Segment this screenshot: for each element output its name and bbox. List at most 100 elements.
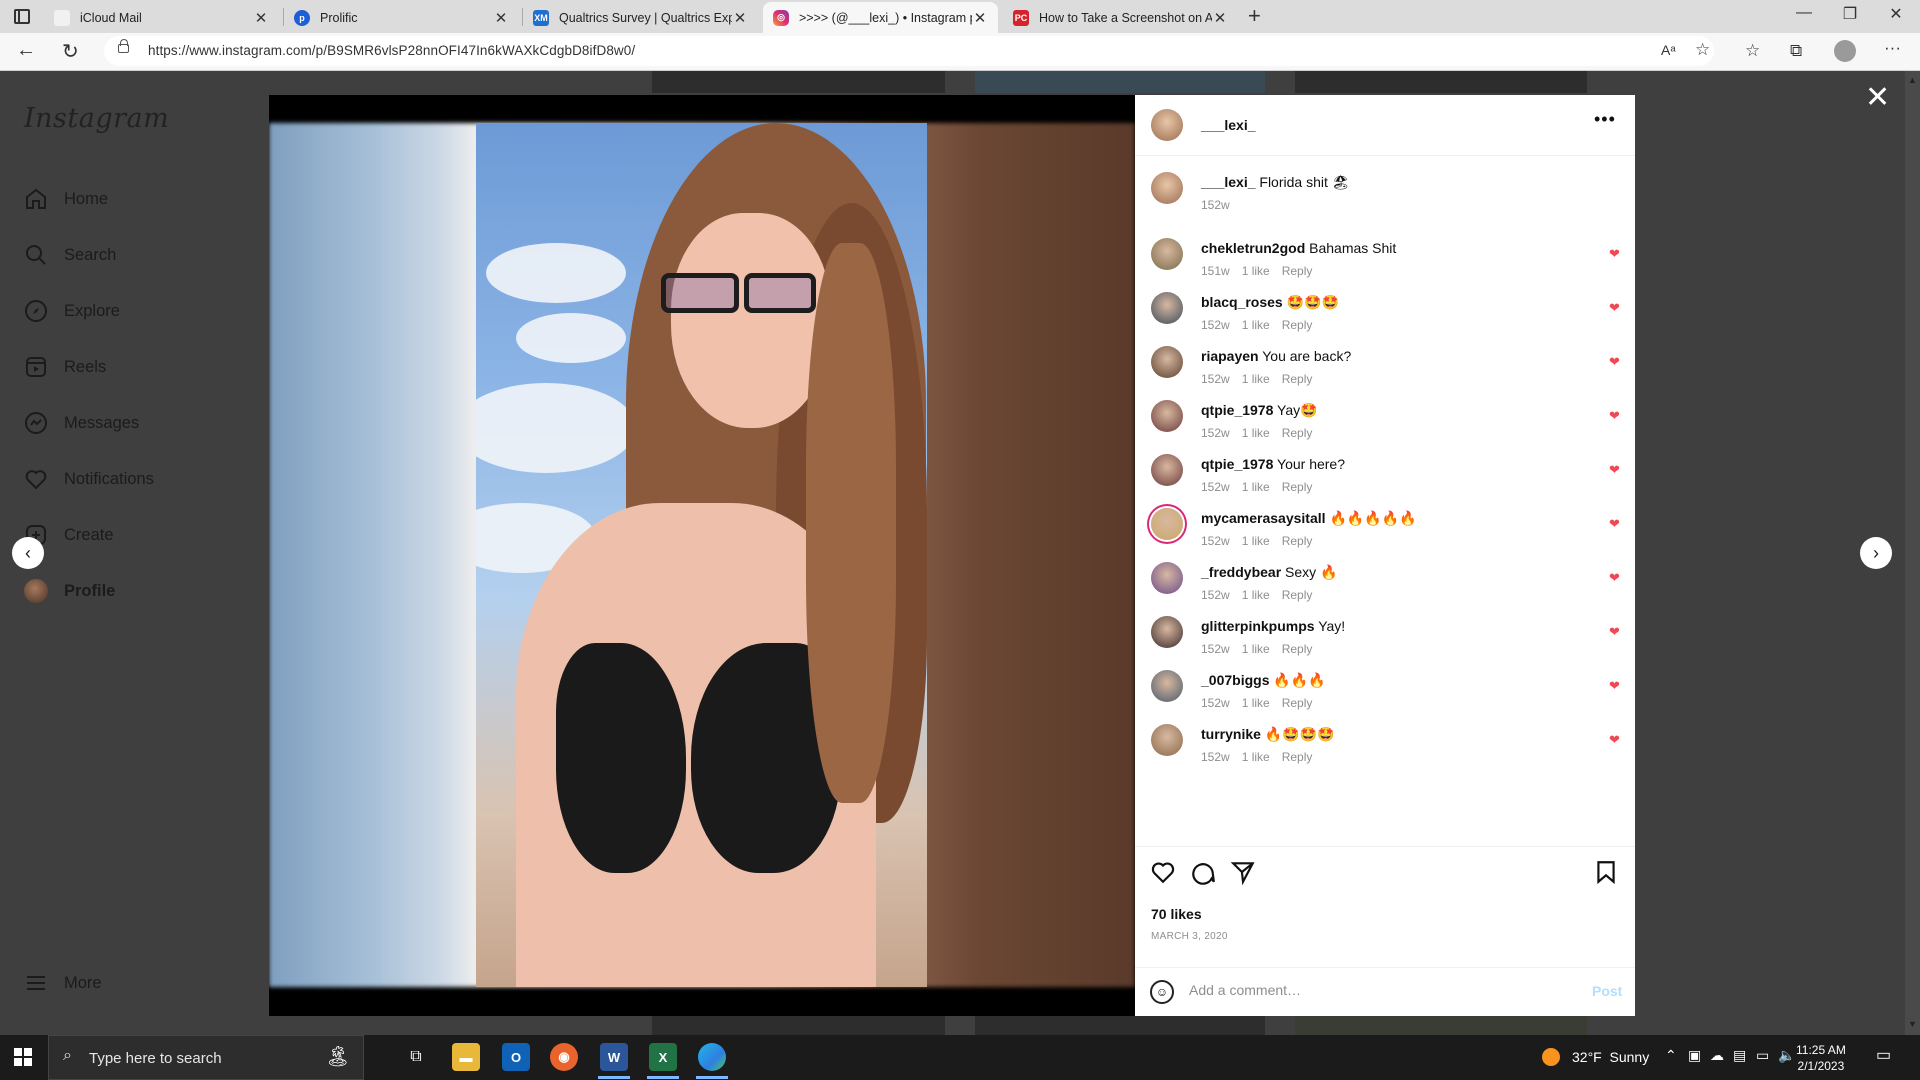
comment-like-heart-icon[interactable]: ❤: [1609, 516, 1620, 532]
window-close-icon[interactable]: ✕: [1873, 4, 1919, 24]
likes-count[interactable]: 70 likes: [1151, 906, 1202, 922]
sidebar-item-search[interactable]: Search: [24, 241, 116, 269]
share-icon[interactable]: [1230, 859, 1256, 892]
volume-icon[interactable]: 🔈: [1778, 1047, 1795, 1064]
back-icon[interactable]: ←: [16, 39, 36, 62]
sidebar-item-explore[interactable]: Explore: [24, 297, 120, 325]
commenter-avatar[interactable]: [1151, 346, 1183, 378]
comment-like-count[interactable]: 1 like: [1242, 480, 1270, 494]
commenter-username[interactable]: qtpie_1978: [1201, 456, 1273, 472]
post-photo[interactable]: [269, 95, 1135, 1016]
close-modal-icon[interactable]: ✕: [1865, 83, 1890, 113]
commenter-avatar[interactable]: [1151, 562, 1183, 594]
excel-icon[interactable]: X: [649, 1043, 677, 1071]
tab-prolific[interactable]: p Prolific ✕: [284, 2, 519, 33]
commenter-avatar[interactable]: [1151, 724, 1183, 756]
notifications-icon[interactable]: ▭: [1876, 1045, 1891, 1065]
network-icon[interactable]: ▭: [1756, 1047, 1769, 1064]
reply-button[interactable]: Reply: [1282, 750, 1313, 764]
firefox-icon[interactable]: ◉: [550, 1043, 578, 1071]
read-aloud-icon[interactable]: Aᵃ: [1661, 42, 1676, 58]
tab-icloud[interactable]: iCloud Mail ✕: [44, 2, 279, 33]
comment-like-count[interactable]: 1 like: [1242, 426, 1270, 440]
comment-like-count[interactable]: 1 like: [1242, 372, 1270, 386]
more-options-icon[interactable]: •••: [1594, 109, 1616, 130]
sidebar-item-home[interactable]: Home: [24, 185, 108, 213]
commenter-username[interactable]: glitterpinkpumps: [1201, 618, 1315, 634]
comment-like-heart-icon[interactable]: ❤: [1609, 246, 1620, 262]
display-icon[interactable]: ▤: [1733, 1047, 1746, 1064]
close-tab-icon[interactable]: ✕: [253, 9, 269, 27]
comment-like-heart-icon[interactable]: ❤: [1609, 678, 1620, 694]
word-icon[interactable]: W: [600, 1043, 628, 1071]
reply-button[interactable]: Reply: [1282, 264, 1313, 278]
comment-like-heart-icon[interactable]: ❤: [1609, 354, 1620, 370]
commenter-avatar[interactable]: [1151, 292, 1183, 324]
comment-like-heart-icon[interactable]: ❤: [1609, 624, 1620, 640]
taskbar-search-box[interactable]: ⌕ Type here to search 🏝: [48, 1035, 364, 1080]
comment-like-count[interactable]: 1 like: [1242, 534, 1270, 548]
commenter-username[interactable]: chekletrun2god: [1201, 240, 1305, 256]
reply-button[interactable]: Reply: [1282, 696, 1313, 710]
comment-like-count[interactable]: 1 like: [1242, 642, 1270, 656]
author-avatar[interactable]: [1151, 109, 1183, 141]
commenter-username[interactable]: mycamerasaysitall: [1201, 510, 1326, 526]
commenter-username[interactable]: _007biggs: [1201, 672, 1269, 688]
reply-button[interactable]: Reply: [1282, 318, 1313, 332]
tab-qualtrics[interactable]: XM Qualtrics Survey | Qualtrics Experi… …: [523, 2, 758, 33]
minimize-icon[interactable]: —: [1781, 4, 1827, 22]
comment-like-count[interactable]: 1 like: [1242, 696, 1270, 710]
comment-like-count[interactable]: 1 like: [1242, 588, 1270, 602]
reply-button[interactable]: Reply: [1282, 588, 1313, 602]
sidebar-item-notifications[interactable]: Notifications: [24, 465, 154, 493]
commenter-username[interactable]: turrynike: [1201, 726, 1261, 742]
reply-button[interactable]: Reply: [1282, 534, 1313, 548]
commenter-avatar[interactable]: [1151, 454, 1183, 486]
collections-icon[interactable]: ⧉: [1790, 41, 1802, 61]
comment-like-heart-icon[interactable]: ❤: [1609, 462, 1620, 478]
comment-like-heart-icon[interactable]: ❤: [1609, 732, 1620, 748]
comment-like-count[interactable]: 1 like: [1242, 318, 1270, 332]
next-post-button[interactable]: ›: [1860, 537, 1892, 569]
commenter-username[interactable]: _freddybear: [1201, 564, 1281, 580]
save-bookmark-icon[interactable]: [1593, 859, 1619, 892]
commenter-username[interactable]: blacq_roses: [1201, 294, 1283, 310]
commenter-avatar[interactable]: [1151, 616, 1183, 648]
onedrive-icon[interactable]: ☁: [1710, 1047, 1724, 1064]
like-icon[interactable]: [1150, 859, 1176, 892]
commenter-avatar[interactable]: [1151, 670, 1183, 702]
commenter-username[interactable]: qtpie_1978: [1201, 402, 1273, 418]
comment-like-count[interactable]: 1 like: [1242, 264, 1270, 278]
show-hidden-icons-icon[interactable]: ⌃: [1665, 1047, 1677, 1064]
favorites-icon[interactable]: ☆: [1745, 41, 1760, 61]
reply-button[interactable]: Reply: [1282, 426, 1313, 440]
close-tab-icon[interactable]: ✕: [732, 9, 748, 27]
caption-username[interactable]: ___lexi_: [1201, 174, 1256, 190]
address-bar[interactable]: https://www.instagram.com/p/B9SMR6vlsP28…: [104, 36, 1714, 66]
system-clock[interactable]: 11:25 AM 2/1/2023: [1796, 1042, 1846, 1074]
instagram-logo[interactable]: Instagram: [24, 103, 169, 134]
comment-icon[interactable]: [1190, 859, 1216, 892]
close-tab-icon[interactable]: ✕: [493, 9, 509, 27]
search-highlight-icon[interactable]: 🏝: [325, 1044, 350, 1069]
task-view-icon[interactable]: ⧉: [402, 1043, 430, 1071]
comment-like-heart-icon[interactable]: ❤: [1609, 300, 1620, 316]
close-tab-icon[interactable]: ✕: [1212, 9, 1228, 27]
commenter-username[interactable]: riapayen: [1201, 348, 1259, 364]
page-scrollbar[interactable]: ▲ ▼: [1905, 71, 1920, 1035]
refresh-icon[interactable]: ↻: [62, 39, 79, 64]
comment-input[interactable]: [1189, 982, 1569, 998]
lock-icon[interactable]: [118, 39, 129, 53]
outlook-icon[interactable]: O: [502, 1043, 530, 1071]
windows-start-icon[interactable]: [14, 1048, 32, 1066]
reply-button[interactable]: Reply: [1282, 642, 1313, 656]
reply-button[interactable]: Reply: [1282, 480, 1313, 494]
comments-list[interactable]: ___lexi_ Florida shit 🏖 152w chekletrun2…: [1135, 156, 1635, 846]
new-tab-icon[interactable]: +: [1248, 3, 1261, 29]
comment-like-heart-icon[interactable]: ❤: [1609, 408, 1620, 424]
comment-like-heart-icon[interactable]: ❤: [1609, 570, 1620, 586]
url-text[interactable]: https://www.instagram.com/p/B9SMR6vlsP28…: [148, 43, 635, 58]
post-comment-button[interactable]: Post: [1592, 983, 1622, 999]
browser-profile-avatar[interactable]: [1834, 40, 1856, 62]
tab-actions-icon[interactable]: [14, 9, 30, 24]
